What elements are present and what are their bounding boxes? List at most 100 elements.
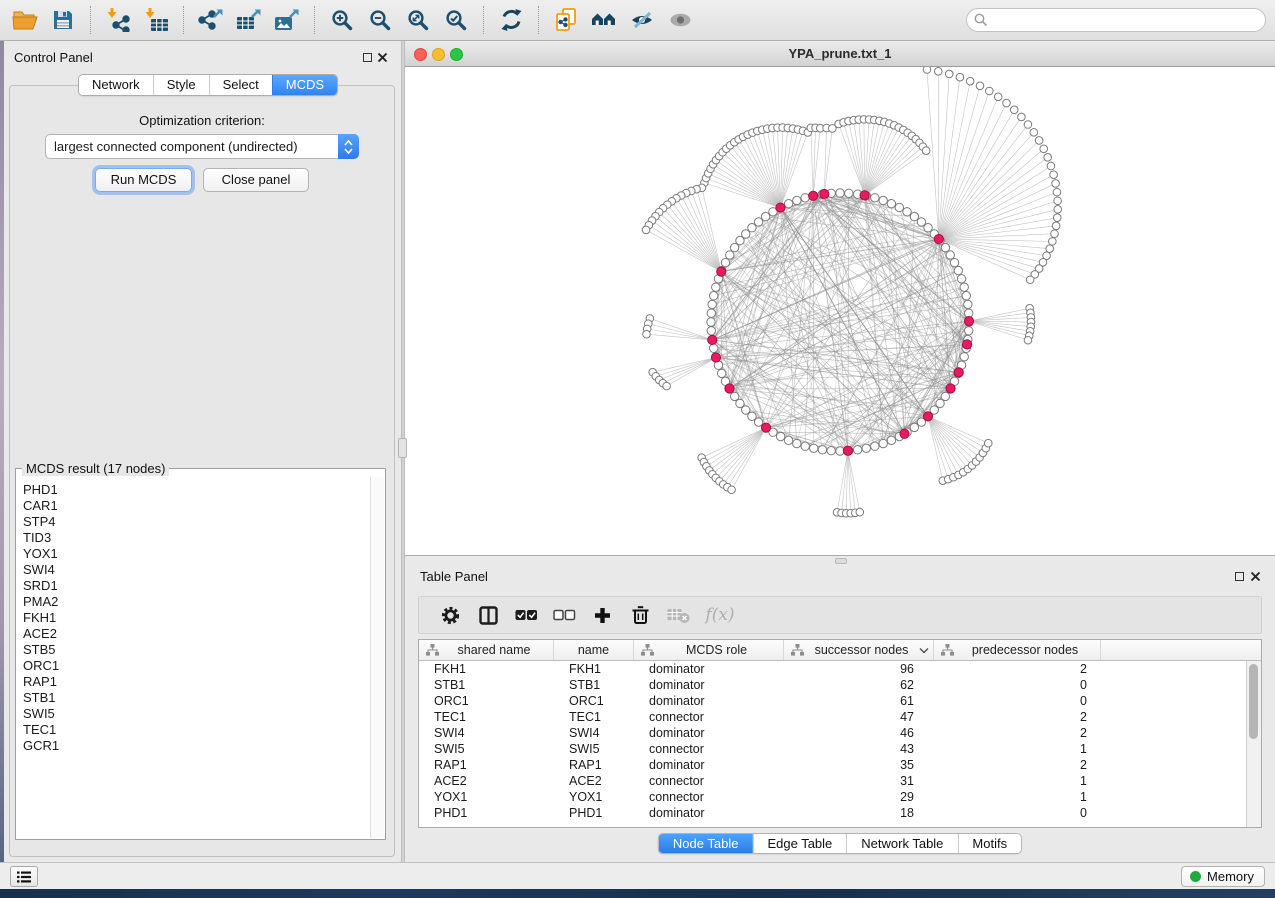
mcds-node-item[interactable]: SWI4	[17, 562, 384, 578]
table-cell: YOX1	[419, 789, 554, 805]
vertical-splitter-grip[interactable]	[398, 438, 407, 458]
close-table-panel-icon[interactable]	[1250, 571, 1261, 582]
mcds-node-item[interactable]: ORC1	[17, 658, 384, 674]
close-panel-icon[interactable]	[377, 52, 388, 63]
column-header-shared-name[interactable]: shared name	[419, 640, 554, 660]
mcds-node-item[interactable]: TID3	[17, 530, 384, 546]
table-cell: 0	[934, 677, 1101, 693]
network-graph[interactable]	[405, 67, 1275, 556]
tab-network[interactable]: Network	[79, 75, 153, 95]
table-settings-button[interactable]	[431, 600, 469, 630]
mcds-node-item[interactable]: SRD1	[17, 578, 384, 594]
mcds-node-item[interactable]: STB5	[17, 642, 384, 658]
table-row[interactable]: RAP1RAP1dominator352	[419, 757, 1246, 773]
mcds-node-item[interactable]: PHD1	[17, 482, 384, 498]
mcds-node-item[interactable]: STB1	[17, 690, 384, 706]
tab-network-table[interactable]: Network Table	[846, 834, 957, 853]
deselect-all-columns-button[interactable]	[545, 600, 583, 630]
tab-mcds[interactable]: MCDS	[272, 75, 337, 95]
task-history-button[interactable]	[10, 866, 38, 887]
tab-node-table[interactable]: Node Table	[659, 834, 753, 853]
tab-edge-table[interactable]: Edge Table	[752, 834, 846, 853]
mcds-node-item[interactable]: FKH1	[17, 610, 384, 626]
mcds-node-item[interactable]: RAP1	[17, 674, 384, 690]
create-column-button[interactable]	[583, 600, 621, 630]
horizontal-splitter-grip[interactable]	[835, 558, 847, 564]
table-cell: 1	[934, 773, 1101, 789]
zoom-selected-button[interactable]	[437, 3, 475, 37]
table-row[interactable]: TEC1TEC1connector472	[419, 709, 1246, 725]
zoom-out-button[interactable]	[361, 3, 399, 37]
duplicate-network-button[interactable]	[547, 3, 585, 37]
memory-button[interactable]: Memory	[1181, 866, 1265, 887]
column-header-filler	[1101, 640, 1261, 660]
search-input[interactable]	[988, 11, 1265, 29]
save-session-button[interactable]	[44, 3, 82, 37]
save-floppy-icon	[52, 9, 74, 31]
export-table-button[interactable]	[230, 3, 268, 37]
eye-slash-icon	[631, 10, 654, 30]
optimization-criterion-label: Optimization criterion:	[10, 113, 394, 128]
tab-select[interactable]: Select	[209, 75, 272, 95]
mcds-node-item[interactable]: CAR1	[17, 498, 384, 514]
mcds-node-item[interactable]: YOX1	[17, 546, 384, 562]
tab-style[interactable]: Style	[153, 75, 209, 95]
table-cell: 2	[934, 661, 1101, 677]
column-header-name[interactable]: name	[554, 640, 634, 660]
mcds-node-item[interactable]: SWI5	[17, 706, 384, 722]
show-all-button[interactable]	[661, 3, 699, 37]
table-cell: TEC1	[419, 709, 554, 725]
table-row[interactable]: YOX1YOX1connector291	[419, 789, 1246, 805]
show-columns-button[interactable]	[469, 600, 507, 630]
run-mcds-button[interactable]: Run MCDS	[95, 168, 192, 192]
open-file-button[interactable]	[6, 3, 44, 37]
mcds-list-scrollbar[interactable]	[370, 477, 384, 838]
network-window-titlebar[interactable]: YPA_prune.txt_1	[405, 41, 1275, 67]
table-scrollbar-thumb[interactable]	[1249, 664, 1258, 739]
table-row[interactable]: ACE2ACE2connector311	[419, 773, 1246, 789]
table-cell: SWI4	[554, 725, 634, 741]
criterion-dropdown[interactable]: largest connected component (undirected)	[45, 134, 359, 159]
network-canvas[interactable]	[405, 67, 1275, 556]
table-panel-title: Table Panel	[420, 569, 488, 584]
mcds-node-item[interactable]: GCR1	[17, 738, 384, 754]
first-neighbors-button[interactable]	[585, 3, 623, 37]
horizontal-splitter[interactable]	[405, 556, 1275, 565]
mcds-node-item[interactable]: STP4	[17, 514, 384, 530]
hide-selected-button[interactable]	[623, 3, 661, 37]
column-header-successor-nodes[interactable]: successor nodes	[784, 640, 934, 660]
zoom-fit-button[interactable]	[399, 3, 437, 37]
zoom-in-button[interactable]	[323, 3, 361, 37]
toolbar-separator	[538, 6, 539, 34]
search-field[interactable]	[966, 8, 1266, 32]
table-row[interactable]: FKH1FKH1dominator962	[419, 661, 1246, 677]
delete-column-button[interactable]	[621, 600, 659, 630]
export-image-button[interactable]	[268, 3, 306, 37]
mcds-node-item[interactable]: TEC1	[17, 722, 384, 738]
memory-label: Memory	[1207, 869, 1254, 884]
mcds-node-item[interactable]: PMA2	[17, 594, 384, 610]
mcds-result-group: MCDS result (17 nodes) PHD1CAR1STP4TID3Y…	[15, 468, 386, 840]
float-table-panel-icon[interactable]	[1235, 572, 1244, 581]
column-header-mcds-role[interactable]: MCDS role	[634, 640, 784, 660]
select-all-columns-button[interactable]	[507, 600, 545, 630]
float-panel-icon[interactable]	[363, 53, 372, 62]
column-header-predecessor-nodes[interactable]: predecessor nodes	[934, 640, 1101, 660]
table-row[interactable]: STB1STB1dominator620	[419, 677, 1246, 693]
table-row[interactable]: PHD1PHD1dominator180	[419, 805, 1246, 821]
dropdown-spinner	[338, 134, 359, 159]
table-scrollbar[interactable]	[1246, 661, 1261, 827]
mcds-node-item[interactable]: ACE2	[17, 626, 384, 642]
unchecked-boxes-icon	[553, 608, 576, 623]
import-network-button[interactable]	[99, 3, 137, 37]
export-network-button[interactable]	[192, 3, 230, 37]
tab-motifs[interactable]: Motifs	[957, 834, 1021, 853]
table-row[interactable]: SWI4SWI4dominator462	[419, 725, 1246, 741]
table-row[interactable]: ORC1ORC1dominator610	[419, 693, 1246, 709]
mcds-tab-content: Optimization criterion: largest connecte…	[9, 85, 395, 857]
import-network-icon	[105, 8, 131, 32]
refresh-layout-button[interactable]	[492, 3, 530, 37]
close-panel-button[interactable]: Close panel	[203, 168, 309, 192]
table-row[interactable]: SWI5SWI5connector431	[419, 741, 1246, 757]
import-table-button[interactable]	[137, 3, 175, 37]
